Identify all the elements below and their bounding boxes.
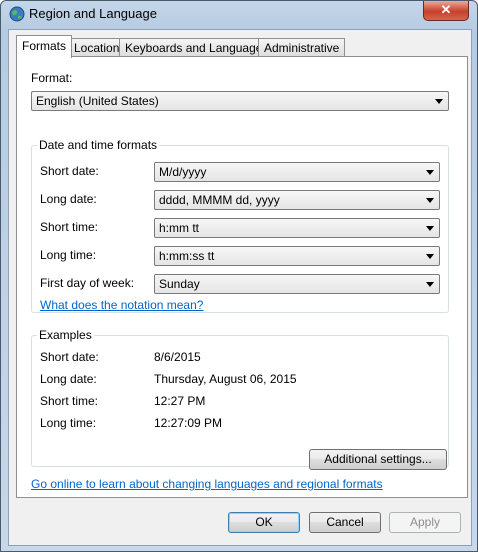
apply-label: Apply — [409, 515, 441, 529]
long-date-label: Long date: — [40, 192, 97, 206]
chevron-down-icon — [435, 99, 443, 104]
apply-button[interactable]: Apply — [389, 512, 461, 533]
dialog-client-area: Formats Location Keyboards and Languages… — [8, 29, 472, 546]
dialog-window: Region and Language ✕ Formats Location K… — [0, 0, 478, 552]
long-date-select[interactable]: dddd, MMMM dd, yyyy — [154, 190, 440, 210]
example-long-date-value: Thursday, August 06, 2015 — [154, 372, 297, 386]
example-short-date-value: 8/6/2015 — [154, 350, 201, 364]
chevron-down-icon — [426, 254, 434, 259]
format-label: Format: — [31, 71, 73, 85]
example-short-time-value: 12:27 PM — [154, 394, 206, 408]
close-button[interactable]: ✕ — [423, 1, 469, 21]
date-time-group-title: Date and time formats — [37, 138, 160, 152]
long-time-value: h:mm:ss tt — [159, 249, 215, 263]
chevron-down-icon — [426, 198, 434, 203]
examples-group-title: Examples — [37, 328, 94, 342]
window-title: Region and Language — [29, 6, 157, 21]
example-short-date-label: Short date: — [40, 350, 99, 364]
long-date-value: dddd, MMMM dd, yyyy — [159, 193, 280, 207]
additional-settings-label: Additional settings... — [324, 452, 432, 466]
first-day-value: Sunday — [159, 277, 200, 291]
title-bar[interactable]: Region and Language ✕ — [1, 1, 477, 27]
tab-location-label: Location — [74, 41, 120, 55]
first-day-label: First day of week: — [40, 276, 135, 290]
tab-keyboards-and-languages[interactable]: Keyboards and Languages — [119, 38, 275, 57]
long-time-select[interactable]: h:mm:ss tt — [154, 246, 440, 266]
format-select-value: English (United States) — [36, 94, 159, 108]
examples-group: Examples Short date: 8/6/2015 Long date:… — [31, 328, 449, 467]
cancel-label: Cancel — [326, 515, 364, 529]
notation-help-link[interactable]: What does the notation mean? — [40, 298, 203, 312]
long-time-label: Long time: — [40, 248, 97, 262]
globe-icon — [9, 6, 25, 22]
tab-formats-label: Formats — [22, 39, 67, 53]
tab-formats[interactable]: Formats — [16, 35, 73, 58]
ok-label: OK — [255, 515, 273, 529]
additional-settings-button[interactable]: Additional settings... — [309, 449, 447, 470]
ok-button[interactable]: OK — [228, 512, 300, 533]
formats-panel: Format: English (United States) Date and… — [16, 56, 468, 498]
short-date-label: Short date: — [40, 164, 99, 178]
chevron-down-icon — [426, 226, 434, 231]
date-time-formats-group: Date and time formats Short date: M/d/yy… — [31, 138, 449, 313]
short-time-value: h:mm tt — [159, 221, 200, 235]
close-icon: ✕ — [440, 2, 452, 17]
example-long-date-label: Long date: — [40, 372, 97, 386]
online-help-link[interactable]: Go online to learn about changing langua… — [31, 477, 383, 491]
short-date-value: M/d/yyyy — [159, 165, 207, 179]
tab-administrative-label: Administrative — [264, 41, 340, 55]
format-select[interactable]: English (United States) — [31, 91, 449, 111]
tab-location[interactable]: Location — [68, 38, 126, 57]
chevron-down-icon — [426, 282, 434, 287]
example-long-time-value: 12:27:09 PM — [154, 416, 223, 430]
example-long-time-label: Long time: — [40, 416, 97, 430]
chevron-down-icon — [426, 170, 434, 175]
short-date-select[interactable]: M/d/yyyy — [154, 162, 440, 182]
first-day-select[interactable]: Sunday — [154, 274, 440, 294]
tab-administrative[interactable]: Administrative — [258, 38, 346, 57]
short-time-label: Short time: — [40, 220, 99, 234]
short-time-select[interactable]: h:mm tt — [154, 218, 440, 238]
cancel-button[interactable]: Cancel — [309, 512, 381, 533]
tab-keyboards-label: Keyboards and Languages — [125, 41, 269, 55]
example-short-time-label: Short time: — [40, 394, 99, 408]
